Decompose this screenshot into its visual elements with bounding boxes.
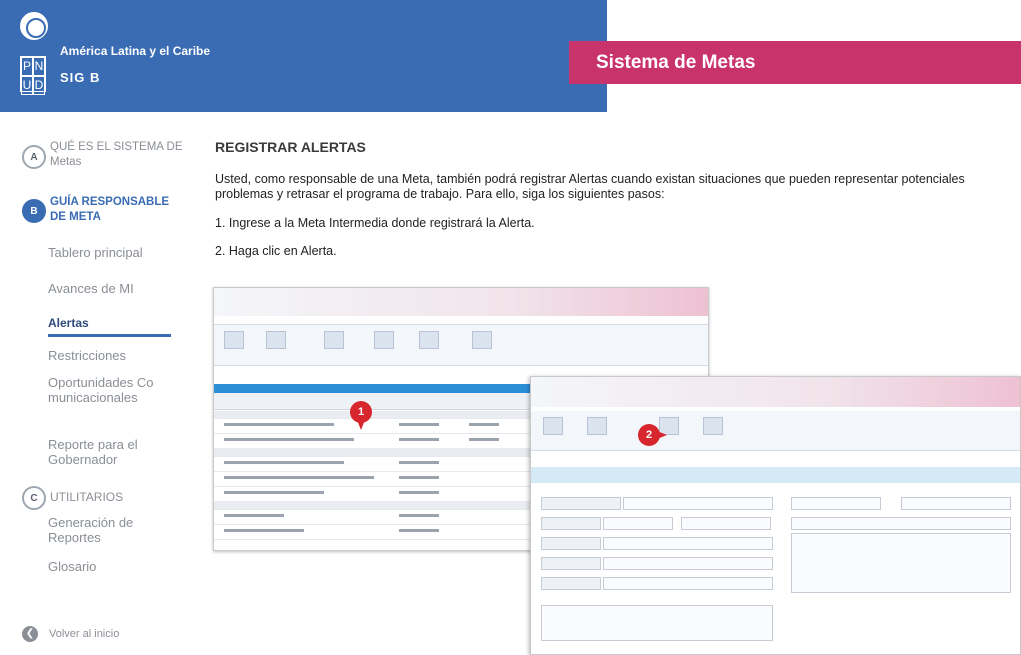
sigob-logo: SIG B xyxy=(60,70,101,85)
nav-item-generacion[interactable]: Generación de Reportes xyxy=(48,515,158,545)
pnud-letter: P xyxy=(21,57,33,76)
active-indicator xyxy=(48,334,171,337)
intro-paragraph: Usted, como responsable de una Meta, tam… xyxy=(215,172,965,201)
form-field xyxy=(791,517,1011,530)
form-textarea xyxy=(541,605,773,641)
step-marker-2: 2 xyxy=(638,424,667,446)
screenshot-infobar xyxy=(531,467,1020,483)
form-field xyxy=(901,497,1011,510)
form-label xyxy=(541,557,601,570)
ribbon-button-icon xyxy=(324,331,344,349)
ribbon-button-icon xyxy=(703,417,723,435)
ribbon-button-icon xyxy=(374,331,394,349)
form-field xyxy=(681,517,771,530)
ribbon-button-icon xyxy=(266,331,286,349)
ribbon-button-icon xyxy=(419,331,439,349)
step-marker-1: 1 xyxy=(350,401,372,430)
un-emblem-icon xyxy=(20,12,48,40)
section-c-icon[interactable]: C xyxy=(22,486,46,510)
form-label xyxy=(541,577,601,590)
form-field xyxy=(603,537,773,550)
screenshot-banner xyxy=(531,377,1020,407)
form-textarea xyxy=(791,533,1011,593)
ribbon-button-icon xyxy=(587,417,607,435)
form-field xyxy=(603,577,773,590)
pnud-letter: D xyxy=(33,76,45,95)
screenshot-ribbon xyxy=(531,411,1020,451)
step-1: 1. Ingrese a la Meta Intermedia donde re… xyxy=(215,216,535,230)
system-title: Sistema de Metas xyxy=(596,52,756,73)
ribbon-button-icon xyxy=(224,331,244,349)
form-field xyxy=(623,497,773,510)
ribbon-button-icon xyxy=(472,331,492,349)
step-2: 2. Haga clic en Alerta. xyxy=(215,244,337,258)
nav-item-reporte[interactable]: Reporte para el Gobernador xyxy=(48,437,158,467)
pnud-letter: N xyxy=(33,57,45,76)
section-b-link[interactable]: GUÍA RESPONSABLE DE META xyxy=(50,195,180,225)
form-label xyxy=(541,497,621,510)
nav-item-restricciones[interactable]: Restricciones xyxy=(48,348,126,363)
section-c-link[interactable]: UTILITARIOS xyxy=(50,490,123,505)
pnud-letter: U xyxy=(21,76,33,95)
form-field xyxy=(603,557,773,570)
section-a-link[interactable]: QUÉ ES EL SISTEMA DE Metas xyxy=(50,140,195,170)
form-field xyxy=(791,497,881,510)
nav-item-tablero[interactable]: Tablero principal xyxy=(48,245,143,260)
nav-item-glosario[interactable]: Glosario xyxy=(48,559,96,574)
region-label: América Latina y el Caribe xyxy=(60,44,211,58)
form-field xyxy=(603,517,673,530)
screenshot-banner xyxy=(214,288,708,316)
nav-item-oportunidades[interactable]: Oportunidades Comunicacionales xyxy=(48,375,163,405)
section-b-icon[interactable]: B xyxy=(22,199,46,223)
ribbon-button-icon xyxy=(543,417,563,435)
nav-item-avances[interactable]: Avances de MI xyxy=(48,281,134,296)
form-label xyxy=(541,537,601,550)
nav-item-alertas[interactable]: Alertas xyxy=(48,316,89,331)
page-title: REGISTRAR ALERTAS xyxy=(215,139,366,155)
screenshot-ribbon xyxy=(214,324,708,366)
back-link[interactable]: Volver al inicio xyxy=(49,628,119,640)
form-label xyxy=(541,517,601,530)
pnud-logo: P N U D xyxy=(20,56,46,95)
section-a-icon[interactable]: A xyxy=(22,145,46,169)
screenshot-meta-form xyxy=(530,376,1021,655)
back-arrow-icon[interactable]: ❮ xyxy=(22,626,38,642)
